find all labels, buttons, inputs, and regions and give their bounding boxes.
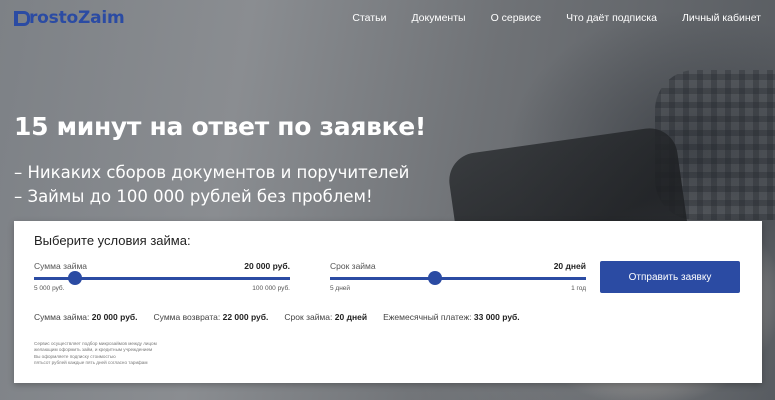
term-slider-thumb[interactable] [427,271,442,285]
hero-benefit-line: – Никаких сборов документов и поручителе… [14,163,410,182]
amount-max-label: 100 000 руб. [252,285,290,292]
term-slider-header: Срок займа 20 дней [330,261,586,271]
nav-link-articles[interactable]: Статьи [352,12,386,24]
amount-label: Сумма займа [34,261,88,271]
loan-summary: Сумма займа: 20 000 руб. Сумма возврата:… [34,312,520,322]
hero-title: 15 минут на ответ по заявке! [14,112,427,141]
hero-benefits: – Никаких сборов документов и поручителе… [14,161,409,209]
logo-text: rostoZaim [29,8,125,28]
amount-value: 20 000 руб. [244,261,290,271]
term-range-labels: 5 дней 1 год [330,285,586,292]
loan-form-panel: Выберите условия займа: Сумма займа 20 0… [14,221,762,383]
amount-range-labels: 5 000 руб. 100 000 руб. [34,285,290,292]
summary-item: Сумма возврата: 22 000 руб. [153,312,269,322]
nav-link-about[interactable]: О сервисе [491,12,542,24]
main-nav: Статьи Документы О сервисе Что даёт подп… [352,12,761,24]
nav-link-subscription[interactable]: Что даёт подписка [566,12,657,24]
term-max-label: 1 год [571,285,586,292]
summary-item: Ежемесячный платеж: 33 000 руб. [383,312,520,322]
amount-slider-header: Сумма займа 20 000 руб. [34,261,290,271]
amount-slider-thumb[interactable] [67,271,82,285]
term-value: 20 дней [553,261,586,271]
nav-link-documents[interactable]: Документы [411,12,465,24]
hero-benefit-line: – Займы до 100 000 рублей без проблем! [14,187,373,206]
disclaimer-text: Сервис осуществляет подбор микрозаймов м… [34,341,157,365]
amount-min-label: 5 000 руб. [34,285,65,292]
term-slider-track[interactable] [330,277,586,280]
site-header: rostoZaim Статьи Документы О сервисе Что… [0,0,775,36]
summary-item: Срок займа: 20 дней [284,312,368,322]
term-min-label: 5 дней [330,285,351,292]
term-label: Срок займа [330,261,376,271]
loan-form-title: Выберите условия займа: [34,233,191,248]
logo[interactable]: rostoZaim [14,8,125,28]
term-slider[interactable]: Срок займа 20 дней 5 дней 1 год [330,261,586,301]
nav-link-account[interactable]: Личный кабинет [682,12,761,24]
logo-p-icon [14,10,30,26]
summary-item: Сумма займа: 20 000 руб. [34,312,138,322]
amount-slider[interactable]: Сумма займа 20 000 руб. 5 000 руб. 100 0… [34,261,290,301]
submit-application-button[interactable]: Отправить заявку [600,261,740,293]
